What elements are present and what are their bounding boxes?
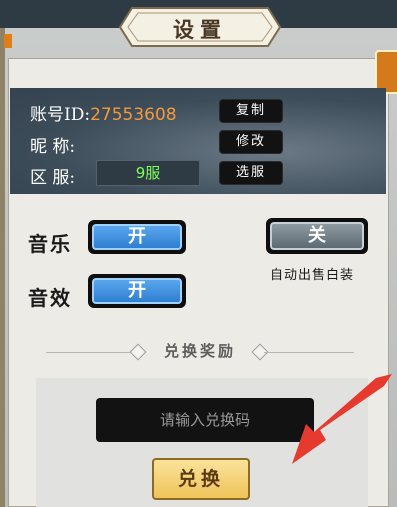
account-id-value: 27553608 bbox=[90, 105, 177, 125]
page-title: 设置 bbox=[173, 17, 227, 42]
frame-corner-decoration bbox=[4, 34, 12, 48]
music-label: 音乐 bbox=[28, 232, 72, 256]
copy-button[interactable]: 复制 bbox=[220, 100, 282, 122]
title-banner: 设置 bbox=[118, 4, 282, 50]
arrow-pointer-icon bbox=[292, 374, 392, 464]
select-server-button[interactable]: 选服 bbox=[220, 162, 282, 184]
section-divider-left bbox=[46, 352, 136, 353]
sfx-toggle[interactable]: 开 bbox=[88, 274, 186, 308]
music-toggle[interactable]: 开 bbox=[88, 220, 186, 254]
account-id-row: 账号ID:27553608 bbox=[30, 100, 177, 125]
section-divider-right bbox=[264, 352, 354, 353]
sfx-toggle-state: 开 bbox=[92, 278, 182, 304]
edit-nickname-button[interactable]: 修改 bbox=[220, 131, 282, 153]
sfx-label: 音效 bbox=[28, 286, 72, 310]
auto-sell-toggle-state: 关 bbox=[270, 222, 364, 250]
server-label: 区 服: bbox=[30, 168, 76, 188]
music-toggle-state: 开 bbox=[92, 224, 182, 250]
account-id-label: 账号ID: bbox=[30, 105, 91, 125]
redeem-button[interactable]: 兑换 bbox=[152, 458, 250, 500]
server-value: 9服 bbox=[96, 160, 200, 186]
redeem-section-title: 兑换奖励 bbox=[163, 342, 236, 360]
auto-sell-toggle[interactable]: 关 bbox=[266, 218, 368, 254]
nickname-label: 昵 称: bbox=[30, 137, 76, 157]
auto-sell-label: 自动出售白装 bbox=[270, 268, 355, 283]
